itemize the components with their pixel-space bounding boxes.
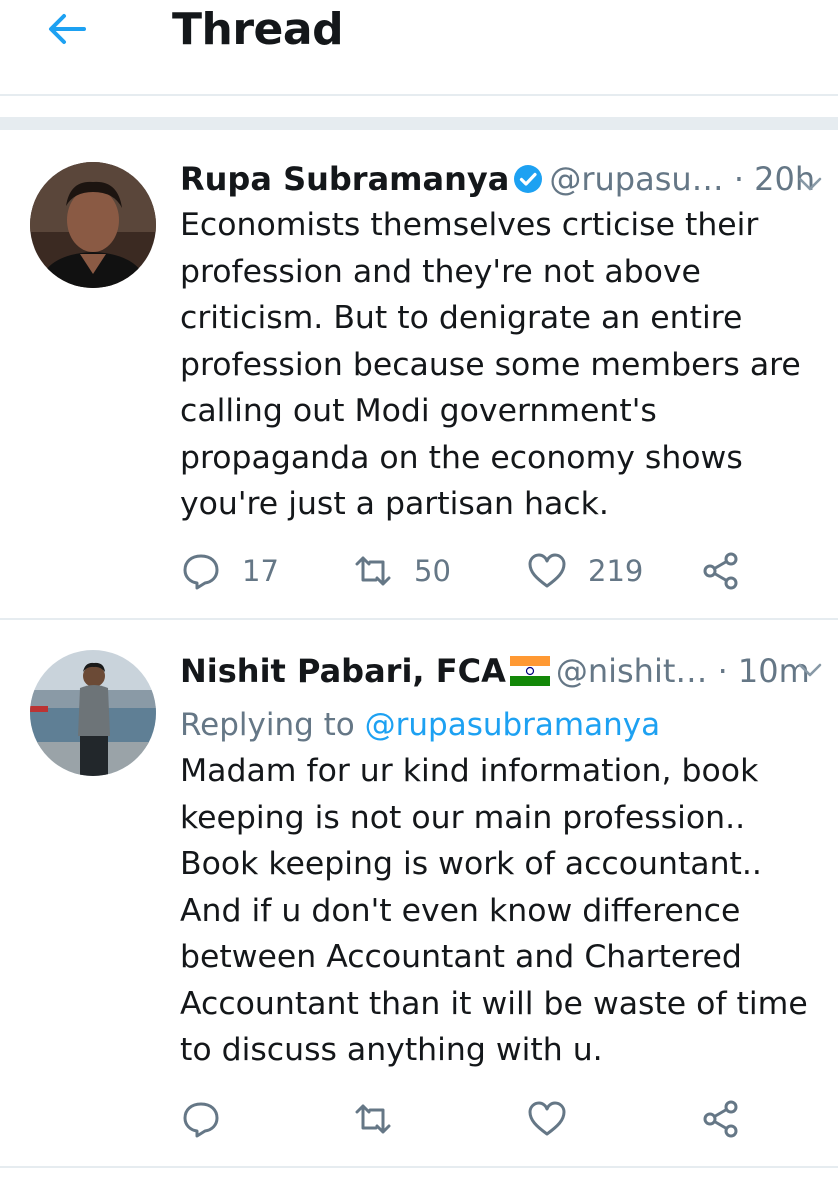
- india-flag-icon: [509, 650, 550, 700]
- share-icon: [703, 552, 738, 590]
- reply-button[interactable]: 17: [180, 546, 279, 596]
- tweet-text-line: Accountant than it will be waste of time: [180, 985, 808, 1022]
- retweet-icon: [355, 1104, 391, 1134]
- separator-dot: ·: [733, 160, 744, 198]
- avatar[interactable]: [30, 650, 156, 776]
- display-name[interactable]: Nishit Pabari, FCA: [180, 652, 506, 690]
- tweet-text: Economists themselves crticise their pro…: [180, 202, 814, 528]
- display-name[interactable]: Rupa Subramanya: [180, 160, 509, 198]
- tweet-text-line: profession and they're not above: [180, 253, 701, 290]
- avatar-image: [30, 650, 156, 776]
- share-button[interactable]: [700, 1094, 742, 1144]
- retweet-count: 50: [414, 554, 451, 588]
- more-options-button[interactable]: [796, 174, 824, 194]
- tweet[interactable]: Rupa Subramanya @rupasu… · 20h Economists…: [0, 130, 838, 620]
- tweet-text-line: you're just a partisan hack.: [180, 486, 609, 522]
- user-handle[interactable]: @nishit…: [556, 652, 708, 690]
- tweet-text-line: Book keeping is work of accountant..: [180, 846, 762, 882]
- replying-to-label: Replying to: [180, 707, 355, 743]
- section-divider: [0, 117, 838, 130]
- chevron-down-icon: [798, 177, 822, 191]
- share-icon: [703, 1100, 738, 1138]
- verified-badge-icon: [513, 158, 543, 208]
- user-handle[interactable]: @rupasu…: [549, 160, 723, 198]
- tweet-text-line: And if u don't even know difference: [180, 892, 741, 929]
- retweet-button[interactable]: 50: [352, 546, 451, 596]
- like-button[interactable]: [526, 1094, 568, 1144]
- tweet-text-line: calling out Modi government's: [180, 393, 657, 429]
- reply-icon: [183, 554, 219, 590]
- tweet-actions: 17 50 219: [180, 546, 760, 596]
- reply-count: 17: [242, 554, 279, 588]
- retweet-button[interactable]: [352, 1094, 394, 1144]
- avatar[interactable]: [30, 162, 156, 288]
- tweet-text: Madam for ur kind information, book keep…: [180, 748, 814, 1074]
- mention-link[interactable]: @rupasubramanya: [365, 707, 660, 743]
- tweet-text-line: between Accountant and Chartered: [180, 939, 742, 975]
- reply-button[interactable]: [180, 1094, 222, 1144]
- tweet-text-line: profession because some members are: [180, 346, 801, 383]
- tweet-text-line: to discuss anything with u.: [180, 1032, 603, 1068]
- tweet-text-line: propaganda on the economy shows: [180, 439, 743, 476]
- tweet-text-line: criticism. But to denigrate an entire: [180, 300, 743, 336]
- more-options-button[interactable]: [796, 660, 824, 680]
- tweet-text-line: Madam for ur kind information, book: [180, 753, 759, 789]
- heart-icon: [528, 553, 566, 588]
- chevron-down-icon: [798, 663, 822, 677]
- tweet-actions: [180, 1094, 760, 1144]
- replying-to: Replying to @rupasubramanya: [180, 702, 660, 748]
- separator-dot: ·: [717, 652, 728, 690]
- tweet[interactable]: Nishit Pabari, FCA @nishit… · 10m Replyin…: [0, 620, 838, 1168]
- page-title: Thread: [172, 4, 344, 55]
- top-bar: Thread: [0, 0, 838, 96]
- share-button[interactable]: [700, 546, 742, 596]
- tweet-header: Nishit Pabari, FCA @nishit… · 10m: [180, 646, 810, 696]
- retweet-icon: [355, 556, 391, 586]
- like-count: 219: [588, 554, 644, 588]
- tweet-text-line: Economists themselves crticise their: [180, 207, 759, 243]
- tweet-text-line: keeping is not our main profession..: [180, 799, 746, 836]
- arrow-left-icon: [49, 14, 86, 44]
- back-button[interactable]: [44, 6, 90, 52]
- like-button[interactable]: 219: [526, 546, 643, 596]
- avatar-image: [30, 162, 156, 288]
- reply-icon: [183, 1102, 219, 1138]
- tweet-header: Rupa Subramanya @rupasu… · 20h: [180, 154, 815, 204]
- heart-icon: [528, 1101, 566, 1136]
